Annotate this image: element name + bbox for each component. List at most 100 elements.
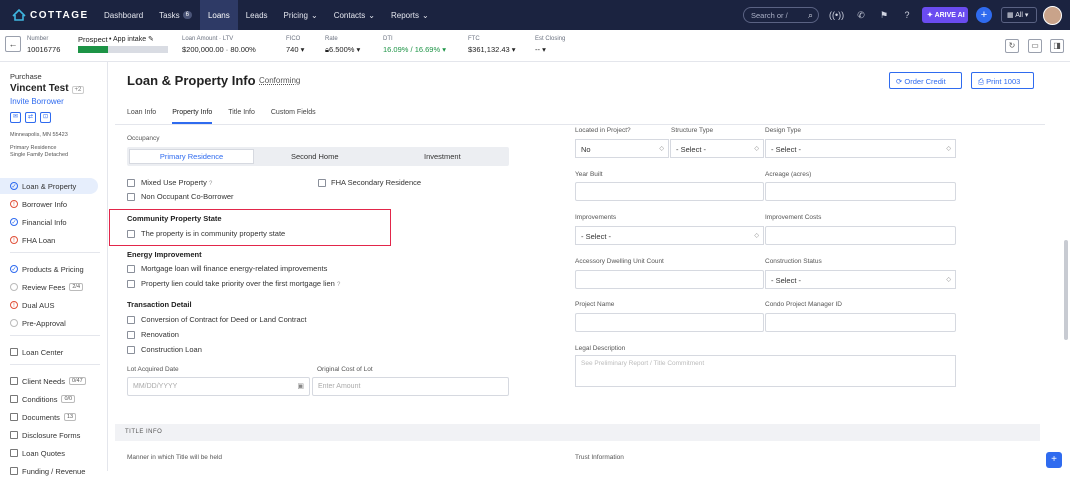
back-arrow-icon[interactable]: ← xyxy=(5,36,21,52)
nav-tasks[interactable]: Tasks 6 xyxy=(151,0,200,30)
adu-count-input[interactable] xyxy=(575,270,764,289)
renovation-checkbox[interactable] xyxy=(127,331,135,339)
tab-loan-info[interactable]: Loan Info xyxy=(127,109,156,124)
mixed-use-label: Mixed Use Property ? xyxy=(141,178,212,187)
add-floating-icon[interactable]: + xyxy=(1046,452,1062,468)
lot-cost-label: Original Cost of Lot xyxy=(317,366,373,373)
nav-reports[interactable]: Reports ⌄ xyxy=(383,0,437,30)
nav-pricing[interactable]: Pricing ⌄ xyxy=(276,0,326,30)
panel-collapse-icon[interactable]: ◨ xyxy=(1050,39,1064,53)
contract-for-deed-checkbox[interactable] xyxy=(127,316,135,324)
ftc-value[interactable]: $361,132.43 ▾ xyxy=(468,45,516,54)
sidebar-item-dual-aus[interactable]: ! Dual AUS xyxy=(0,297,98,313)
search-placeholder: Search or / xyxy=(751,11,788,20)
tab-title-info[interactable]: Title Info xyxy=(228,109,255,124)
energy-improvements-checkbox[interactable] xyxy=(127,265,135,273)
share-icon[interactable]: ⇄ xyxy=(25,112,36,123)
cottage-logo[interactable]: COTTAGE xyxy=(12,9,92,21)
add-icon[interactable]: + xyxy=(976,7,992,23)
flag-icon[interactable]: ⚑ xyxy=(878,9,890,21)
print-1003-button[interactable]: ⎙ Print 1003 xyxy=(971,72,1034,89)
mixed-use-checkbox[interactable] xyxy=(127,179,135,187)
borrower-name[interactable]: Vincent Test +2 xyxy=(10,83,85,94)
scrollbar[interactable] xyxy=(1064,240,1068,340)
fha-secondary-checkbox[interactable] xyxy=(318,179,326,187)
construction-loan-checkbox[interactable] xyxy=(127,346,135,354)
sidebar-item-documents[interactable]: Documents 13 xyxy=(0,409,98,425)
loan-program-link[interactable]: Conforming xyxy=(259,76,300,85)
ftc-label: FTC xyxy=(468,36,480,42)
co-borrower-count[interactable]: +2 xyxy=(71,86,85,94)
occupancy-investment[interactable]: Investment xyxy=(424,152,461,161)
legal-description-label: Legal Description xyxy=(575,345,626,352)
lien-priority-checkbox[interactable] xyxy=(127,280,135,288)
occupancy-primary-residence[interactable]: Primary Residence xyxy=(129,149,254,164)
sidebar-item-products-pricing[interactable]: ✓ Products & Pricing xyxy=(0,261,98,277)
fico-value[interactable]: 740 ▾ xyxy=(286,45,304,54)
user-avatar[interactable] xyxy=(1043,6,1062,25)
help-icon[interactable]: ? xyxy=(209,181,212,187)
help-icon[interactable]: ? xyxy=(901,9,913,21)
mail-icon[interactable]: ✉ xyxy=(10,112,21,123)
invite-borrower-link[interactable]: Invite Borrower xyxy=(10,97,64,106)
sidebar-item-client-needs[interactable]: Client Needs 0/47 xyxy=(0,373,98,389)
chevron-icon: ◇ xyxy=(754,146,759,152)
broadcast-icon[interactable]: ((•)) xyxy=(829,9,844,21)
nav-loans[interactable]: Loans xyxy=(199,0,238,30)
project-name-input[interactable] xyxy=(575,313,764,332)
sidebar-item-label: Disclosure Forms xyxy=(22,430,81,440)
sidebar-item-loan-center[interactable]: Loan Center xyxy=(0,344,98,360)
property-type-summary: Single Family Detached xyxy=(10,152,69,158)
sidebar-item-pre-approval[interactable]: Pre-Approval xyxy=(0,315,98,331)
borrower-name-text: Vincent Test xyxy=(10,83,69,94)
non-occupant-checkbox[interactable] xyxy=(127,193,135,201)
improvements-select[interactable]: - Select - ◇ xyxy=(575,226,764,245)
refresh-icon[interactable]: ↻ xyxy=(1005,39,1019,53)
sidebar-item-loan-quotes[interactable]: Loan Quotes xyxy=(0,445,98,461)
comment-icon[interactable]: ▭ xyxy=(1028,39,1042,53)
sidebar-item-conditions[interactable]: Conditions 0/0 xyxy=(0,391,98,407)
check-icon: ✓ xyxy=(10,265,18,273)
workspace-dropdown[interactable]: ▦ All ▾ xyxy=(1001,7,1037,23)
help-icon[interactable]: ? xyxy=(337,282,340,288)
order-credit-button[interactable]: ⟳ Order Credit xyxy=(889,72,962,89)
sidebar-item-disclosure-forms[interactable]: Disclosure Forms xyxy=(0,427,98,443)
sidebar-item-financial-info[interactable]: ✓ Financial Info xyxy=(0,214,98,230)
tab-property-info[interactable]: Property Info xyxy=(172,109,213,124)
sidebar-item-borrower-info[interactable]: ! Borrower Info xyxy=(0,196,98,212)
dropdown-label: All xyxy=(1015,12,1023,19)
select-value: - Select - xyxy=(771,145,802,154)
nav-leads[interactable]: Leads xyxy=(238,0,276,30)
dti-value[interactable]: 16.09% / 16.69% ▾ xyxy=(383,45,446,54)
legal-description-input[interactable]: See Preliminary Report / Title Commitmen… xyxy=(575,355,956,387)
nav-contacts[interactable]: Contacts ⌄ xyxy=(326,0,383,30)
improvement-costs-input[interactable] xyxy=(765,226,956,245)
structure-type-select[interactable]: - Select - ◇ xyxy=(670,139,764,158)
condo-manager-id-input[interactable] xyxy=(765,313,956,332)
year-built-input[interactable] xyxy=(575,182,764,201)
sidebar-item-funding-revenue[interactable]: Funding / Revenue xyxy=(0,463,98,479)
located-in-project-select[interactable]: No ◇ xyxy=(575,139,669,158)
arive-ai-button[interactable]: ✦ ARIVE AI xyxy=(922,7,968,23)
check-icon: ✓ xyxy=(10,182,18,190)
sidebar-item-loan-property[interactable]: ✓ Loan & Property xyxy=(0,178,98,194)
sidebar-item-review-fees[interactable]: Review Fees 2/4 xyxy=(0,279,98,295)
acreage-input[interactable] xyxy=(765,182,956,201)
stage-next[interactable]: • App intake ✎ xyxy=(109,35,154,43)
lot-acquired-date-input[interactable]: MM/DD/YYYY ▣ xyxy=(127,377,310,396)
est-closing-value[interactable]: -- ▾ xyxy=(535,45,546,54)
community-property-checkbox[interactable] xyxy=(127,230,135,238)
nav-dashboard[interactable]: Dashboard xyxy=(96,0,151,30)
rate-value[interactable]: 🔒︎6.500% ▾ xyxy=(325,45,360,55)
tab-custom-fields[interactable]: Custom Fields xyxy=(271,109,316,124)
sidebar-item-fha-loan[interactable]: ! FHA Loan xyxy=(0,232,98,248)
circle-icon xyxy=(10,319,18,327)
search-input[interactable]: Search or / ⌕ xyxy=(743,7,819,23)
calendar-icon[interactable]: ▣ xyxy=(297,382,304,390)
lot-cost-input[interactable]: Enter Amount xyxy=(312,377,509,396)
occupancy-second-home[interactable]: Second Home xyxy=(291,152,339,161)
lock-icon[interactable]: ⊡ xyxy=(40,112,51,123)
construction-status-select[interactable]: - Select - ◇ xyxy=(765,270,956,289)
phone-icon[interactable]: ✆ xyxy=(855,9,867,21)
design-type-select[interactable]: - Select - ◇ xyxy=(765,139,956,158)
